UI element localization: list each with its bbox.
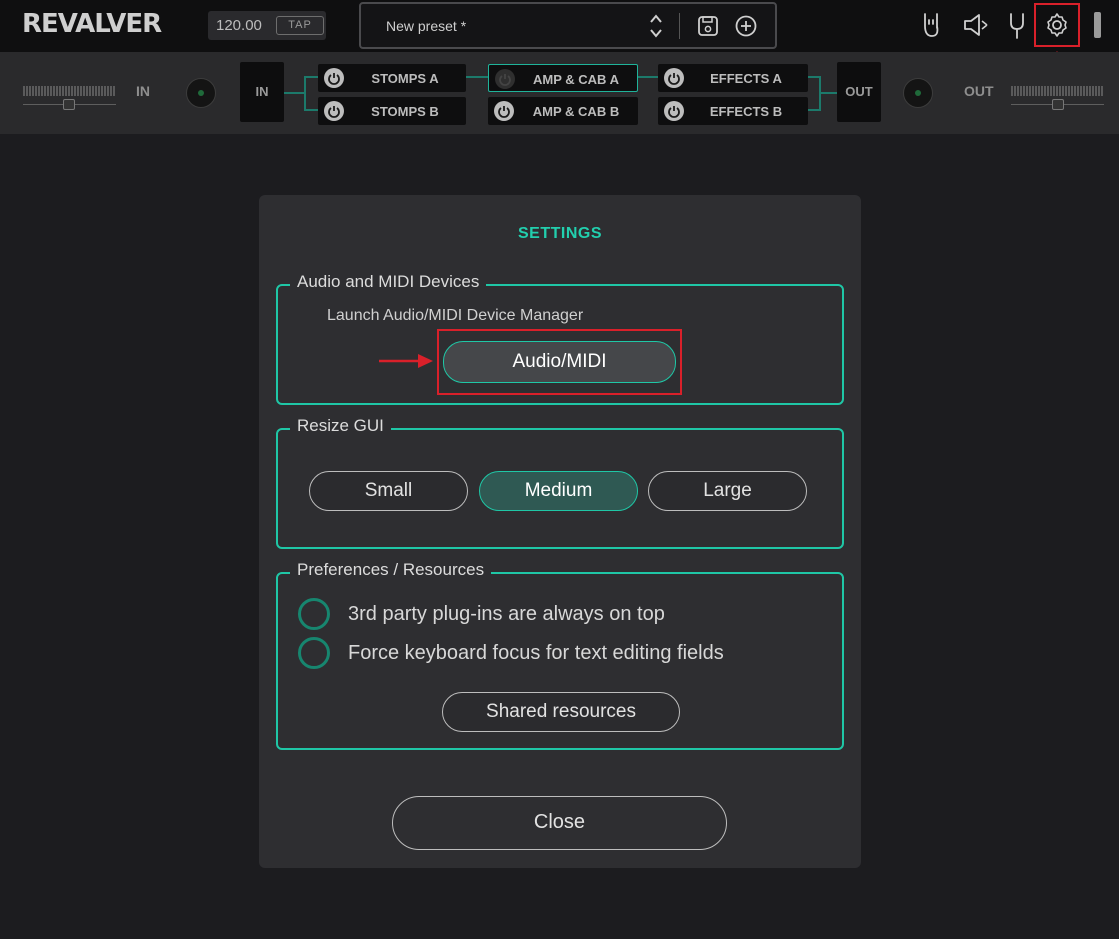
module-stomps-b[interactable]: STOMPS B [318,97,466,125]
save-icon[interactable] [697,15,719,37]
module-label: STOMPS A [371,71,439,86]
group-legend: Audio and MIDI Devices [290,272,487,292]
preset-selector[interactable]: New preset * [359,2,777,49]
input-label: IN [136,83,150,99]
output-block[interactable]: OUT [837,62,881,122]
module-label: STOMPS B [371,104,439,119]
module-label: EFFECTS A [710,71,782,86]
group-legend: Resize GUI [290,416,391,436]
chain-line [304,76,318,78]
chain-line [819,92,837,94]
chain-line [304,109,318,111]
resize-small-button[interactable]: Small [309,471,468,511]
add-preset-icon[interactable] [735,15,757,37]
bpm-value[interactable]: 120.00 [216,17,262,34]
module-effects-a[interactable]: EFFECTS A [658,64,808,92]
keyboard-focus-label[interactable]: Force keyboard focus for text editing fi… [348,642,724,665]
module-label: AMP & CAB A [533,72,619,87]
chain-line [638,76,658,78]
resize-gui-group: Resize GUI Small Medium Large [276,416,844,549]
close-button[interactable]: Close [392,796,727,850]
signal-chain-bar: IN IN STOMPS A STOMPS B AMP & CAB A AMP … [0,52,1119,134]
bpm-control[interactable]: 120.00 TAP [208,11,326,40]
resize-medium-button[interactable]: Medium [479,471,638,511]
settings-dialog: SETTINGS Audio and MIDI Devices Launch A… [259,195,861,868]
module-label: AMP & CAB B [532,104,620,119]
input-meter [23,86,115,96]
module-amp-cab-a[interactable]: AMP & CAB A [488,64,638,92]
module-effects-b[interactable]: EFFECTS B [658,97,808,125]
input-block[interactable]: IN [240,62,284,122]
window-handle[interactable] [1094,12,1101,38]
resize-large-button[interactable]: Large [648,471,807,511]
top-bar: REVALVER 120.00 TAP New preset * [0,0,1119,52]
module-label: EFFECTS B [709,104,783,119]
dialog-title: SETTINGS [517,225,602,242]
module-amp-cab-b[interactable]: AMP & CAB B [488,97,638,125]
preferences-group: Preferences / Resources 3rd party plug-i… [276,560,844,750]
module-stomps-a[interactable]: STOMPS A [318,64,466,92]
tuner-fork-icon[interactable] [1003,10,1031,40]
device-manager-description: Launch Audio/MIDI Device Manager [327,307,584,324]
preset-divider [679,13,680,39]
output-label: OUT [964,83,994,99]
input-gain-handle[interactable] [63,99,75,110]
preset-name[interactable]: New preset * [386,18,466,34]
tap-tempo-button[interactable]: TAP [276,16,324,35]
chain-line [466,76,488,78]
app-logo: REVALVER [22,9,162,39]
input-led [186,78,216,108]
speaker-icon[interactable] [961,10,989,40]
chain-line [284,92,304,94]
shared-resources-button[interactable]: Shared resources [442,692,680,732]
red-arrow-right-icon [379,354,433,368]
group-legend: Preferences / Resources [290,560,492,580]
plugins-on-top-radio[interactable] [298,598,330,630]
chain-line [304,76,306,110]
gear-highlight-box [1034,3,1080,47]
plugins-on-top-label[interactable]: 3rd party plug-ins are always on top [348,603,665,626]
output-led [903,78,933,108]
rock-hand-icon[interactable] [918,10,946,40]
output-gain-handle[interactable] [1052,99,1064,110]
preset-up-down-icon[interactable] [648,12,664,40]
keyboard-focus-radio[interactable] [298,637,330,669]
output-meter [1011,86,1103,96]
audio-midi-highlight-box [437,329,682,395]
